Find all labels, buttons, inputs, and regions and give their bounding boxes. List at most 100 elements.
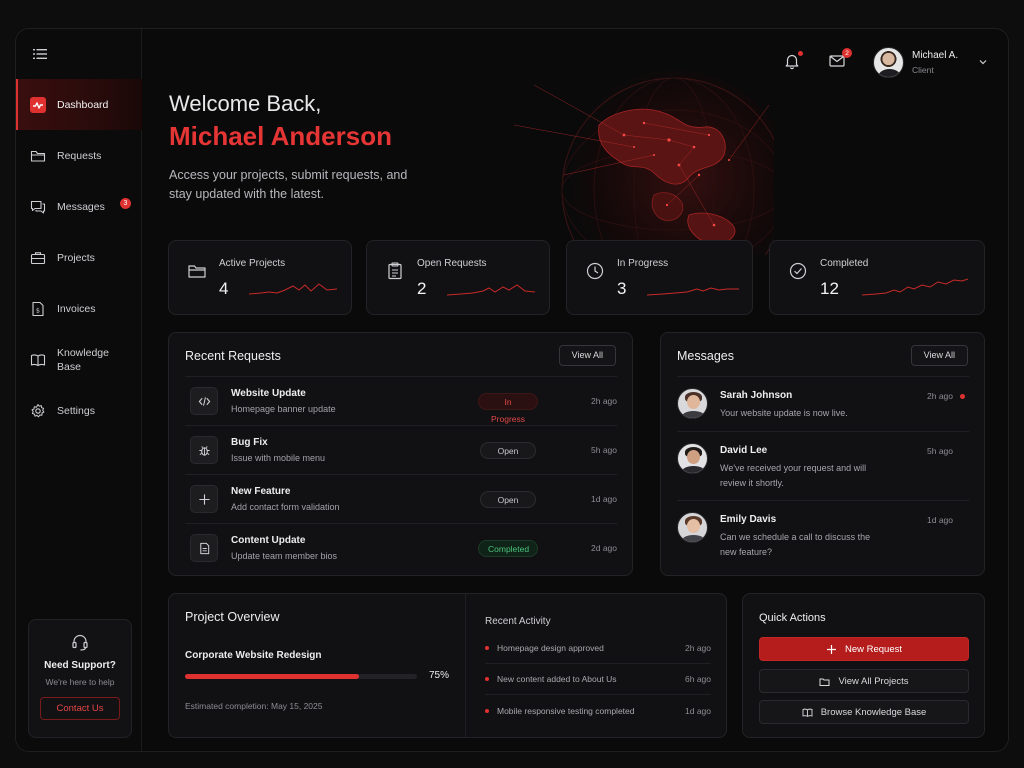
sidebar-item-invoices[interactable]: $ Invoices xyxy=(16,283,142,334)
sidebar-item-knowledge-base[interactable]: Knowledge Base xyxy=(16,334,142,385)
menu-toggle[interactable] xyxy=(33,48,47,60)
new-request-button[interactable]: New Request xyxy=(759,637,969,661)
button-label: New Request xyxy=(844,643,903,655)
sidebar-item-messages[interactable]: Messages 3 xyxy=(16,181,142,232)
request-title: Website Update xyxy=(231,388,306,399)
sidebar-item-dashboard[interactable]: Dashboard xyxy=(16,79,142,130)
sidebar-item-label: Knowledge Base xyxy=(57,346,109,373)
request-subtitle: Update team member bios xyxy=(231,551,338,561)
unread-dot xyxy=(960,394,965,399)
request-time: 2d ago xyxy=(591,543,617,553)
sidebar-item-label: Requests xyxy=(57,149,102,162)
table-row[interactable]: Website Update Homepage banner update In… xyxy=(185,376,617,425)
recent-requests-panel: Recent Requests View All Website Update … xyxy=(168,332,633,576)
stat-completed[interactable]: Completed 12 xyxy=(769,240,985,315)
request-title: Content Update xyxy=(231,535,306,546)
list-item: Homepage design approved 2h ago xyxy=(485,633,711,664)
request-subtitle: Issue with mobile menu xyxy=(231,453,326,463)
document-icon xyxy=(190,534,218,562)
stat-active-projects[interactable]: Active Projects 4 xyxy=(168,240,352,315)
button-label: Browse Knowledge Base xyxy=(820,706,927,718)
support-subtitle: We're here to help xyxy=(45,677,115,687)
panel-title: Recent Requests xyxy=(185,349,281,363)
view-all-projects-button[interactable]: View All Projects xyxy=(759,669,969,693)
table-row[interactable]: Content Update Update team member bios C… xyxy=(185,523,617,572)
message-sender: David Lee xyxy=(720,445,768,456)
project-overview-panel: Project Overview Corporate Website Redes… xyxy=(168,593,727,738)
request-time: 5h ago xyxy=(591,445,617,455)
welcome-block: Welcome Back, Michael Anderson Access yo… xyxy=(169,91,409,204)
stat-in-progress[interactable]: In Progress 3 xyxy=(566,240,753,315)
sidebar-item-requests[interactable]: Requests xyxy=(16,130,142,181)
plus-icon xyxy=(826,644,836,654)
panel-title: Quick Actions xyxy=(759,612,826,624)
sidebar-item-label: Settings xyxy=(57,404,95,417)
activity-time: 1d ago xyxy=(685,705,711,716)
activity-text: Homepage design approved xyxy=(497,643,604,653)
user-role: Client xyxy=(912,64,934,75)
stat-open-requests[interactable]: Open Requests 2 xyxy=(366,240,550,315)
sparkline xyxy=(249,283,337,295)
stat-value: 4 xyxy=(219,279,229,298)
messages-view-all-button[interactable]: View All xyxy=(910,345,968,366)
chat-icon xyxy=(30,199,46,215)
stat-value: 3 xyxy=(617,279,627,298)
stat-label: In Progress xyxy=(617,258,669,269)
request-title: New Feature xyxy=(231,486,291,497)
stat-label: Completed xyxy=(820,258,869,269)
sparkline xyxy=(447,284,535,296)
list-item: Mobile responsive testing completed 1d a… xyxy=(485,695,711,726)
folder-icon xyxy=(30,148,46,164)
project-overview-summary: Project Overview Corporate Website Redes… xyxy=(169,594,466,737)
request-time: 2h ago xyxy=(591,396,617,406)
mail-button[interactable]: 2 xyxy=(828,48,852,72)
stat-value: 12 xyxy=(820,279,839,298)
sidebar-item-label: Invoices xyxy=(57,302,96,315)
welcome-greeting: Welcome Back, xyxy=(169,91,322,116)
contact-us-button[interactable]: Contact Us xyxy=(40,697,120,720)
request-subtitle: Homepage banner update xyxy=(231,404,336,414)
avatar xyxy=(677,512,708,543)
message-time: 2h ago xyxy=(927,391,953,401)
message-preview: Your website update is now live. xyxy=(720,408,848,418)
status-badge: Open xyxy=(480,491,536,508)
profile-menu[interactable]: Michael A. Client xyxy=(873,46,988,78)
message-preview: We've received your request and will rev… xyxy=(720,463,867,488)
avatar xyxy=(677,443,708,474)
sidebar-nav: Dashboard Requests Messages 3 Projects $… xyxy=(16,79,142,436)
list-item[interactable]: Emily Davis Can we schedule a call to di… xyxy=(677,500,969,572)
activity-time: 6h ago xyxy=(685,674,711,684)
chevron-down-icon xyxy=(979,60,987,65)
gear-icon xyxy=(30,403,46,419)
requests-view-all-button[interactable]: View All xyxy=(558,345,616,366)
code-icon xyxy=(190,387,218,415)
button-label: View All Projects xyxy=(838,675,909,687)
sparkline xyxy=(647,287,739,296)
support-title: Need Support? xyxy=(44,660,116,671)
list-item[interactable]: Sarah Johnson Your website update is now… xyxy=(677,376,969,431)
recent-activity-list: Homepage design approved 2h ago New cont… xyxy=(485,633,711,726)
welcome-tagline: Access your projects, submit requests, a… xyxy=(169,168,408,201)
browse-knowledge-base-button[interactable]: Browse Knowledge Base xyxy=(759,700,969,724)
sidebar-item-projects[interactable]: Projects xyxy=(16,232,142,283)
table-row[interactable]: Bug Fix Issue with mobile menu Open 5h a… xyxy=(185,425,617,474)
list-item[interactable]: David Lee We've received your request an… xyxy=(677,431,969,500)
project-name: Corporate Website Redesign xyxy=(185,650,322,661)
sidebar-item-label: Messages xyxy=(57,200,105,213)
avatar xyxy=(873,46,904,78)
globe-icon xyxy=(513,70,774,255)
briefcase-icon xyxy=(30,250,46,266)
sparkline xyxy=(862,278,968,296)
support-card: Need Support? We're here to help Contact… xyxy=(28,619,132,738)
activity-time: 2h ago xyxy=(685,643,711,653)
list-item: New content added to About Us 6h ago xyxy=(485,664,711,695)
table-row[interactable]: New Feature Add contact form validation … xyxy=(185,474,617,523)
app-window: Dashboard Requests Messages 3 Projects $… xyxy=(15,28,1009,752)
bullet-dot xyxy=(485,708,489,713)
request-subtitle: Add contact form validation xyxy=(231,502,340,512)
header-actions: 2 Michael A. Client xyxy=(783,45,988,79)
sidebar-item-settings[interactable]: Settings xyxy=(16,385,142,436)
notifications-button[interactable] xyxy=(783,51,803,72)
check-circle-icon xyxy=(788,261,808,281)
message-time: 1d ago xyxy=(927,515,953,525)
